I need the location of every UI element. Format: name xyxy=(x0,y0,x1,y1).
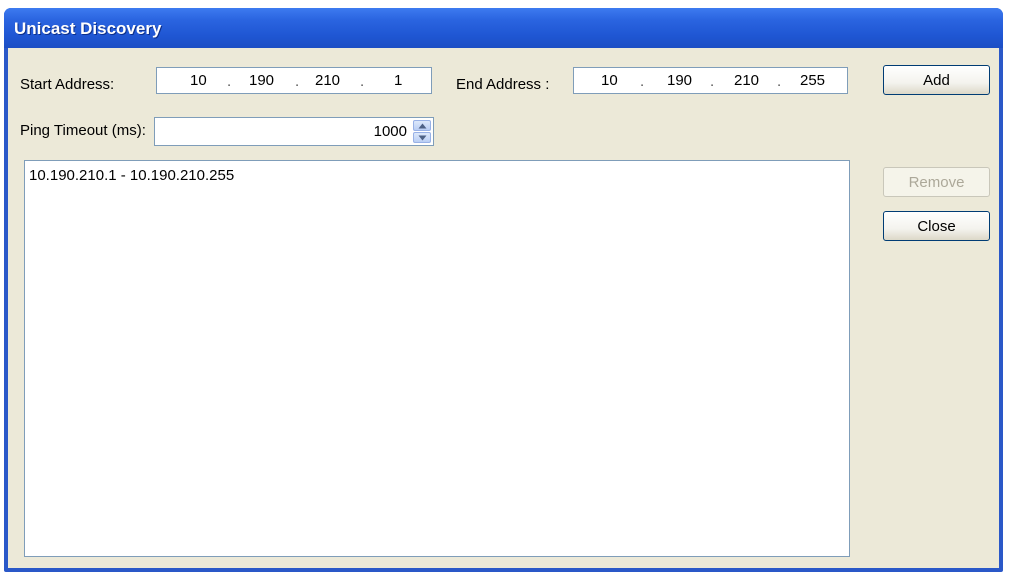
start-address-input[interactable]: 10 . 190 . 210 . 1 xyxy=(156,67,432,94)
end-address-octet-4[interactable]: 255 xyxy=(800,72,825,89)
unicast-discovery-window: Unicast Discovery Start Address: 10 . 19… xyxy=(4,8,1003,572)
end-address-separator: . xyxy=(640,73,645,90)
dialog-client-area: Start Address: 10 . 190 . 210 . 1 End Ad… xyxy=(8,48,999,568)
start-address-octet-2[interactable]: 190 xyxy=(249,72,274,89)
start-address-separator: . xyxy=(227,73,232,90)
end-address-octet-3[interactable]: 210 xyxy=(734,72,759,89)
end-address-separator: . xyxy=(710,73,715,90)
ping-timeout-value[interactable]: 1000 xyxy=(374,123,407,140)
address-range-list[interactable]: 10.190.210.1 - 10.190.210.255 xyxy=(24,160,850,557)
triangle-up-icon xyxy=(418,123,427,129)
add-button[interactable]: Add xyxy=(883,65,990,95)
ping-timeout-label: Ping Timeout (ms): xyxy=(20,122,146,139)
start-address-octet-3[interactable]: 210 xyxy=(315,72,340,89)
end-address-input[interactable]: 10 . 190 . 210 . 255 xyxy=(573,67,848,94)
spin-down-button[interactable] xyxy=(413,132,431,143)
spinner-buttons xyxy=(413,120,431,143)
end-address-label: End Address : xyxy=(456,76,550,93)
end-address-octet-1[interactable]: 10 xyxy=(601,72,618,89)
spin-up-button[interactable] xyxy=(413,120,431,131)
list-item[interactable]: 10.190.210.1 - 10.190.210.255 xyxy=(29,167,234,184)
start-address-octet-1[interactable]: 10 xyxy=(190,72,207,89)
window-title: Unicast Discovery xyxy=(14,19,162,38)
end-address-separator: . xyxy=(777,73,782,90)
triangle-down-icon xyxy=(418,135,427,141)
close-button[interactable]: Close xyxy=(883,211,990,241)
start-address-octet-4[interactable]: 1 xyxy=(394,72,402,89)
end-address-octet-2[interactable]: 190 xyxy=(667,72,692,89)
start-address-label: Start Address: xyxy=(20,76,115,93)
remove-button[interactable]: Remove xyxy=(883,167,990,197)
start-address-separator: . xyxy=(360,73,365,90)
title-bar[interactable]: Unicast Discovery xyxy=(4,8,1003,48)
start-address-separator: . xyxy=(295,73,300,90)
ping-timeout-spinner[interactable]: 1000 xyxy=(154,117,434,146)
